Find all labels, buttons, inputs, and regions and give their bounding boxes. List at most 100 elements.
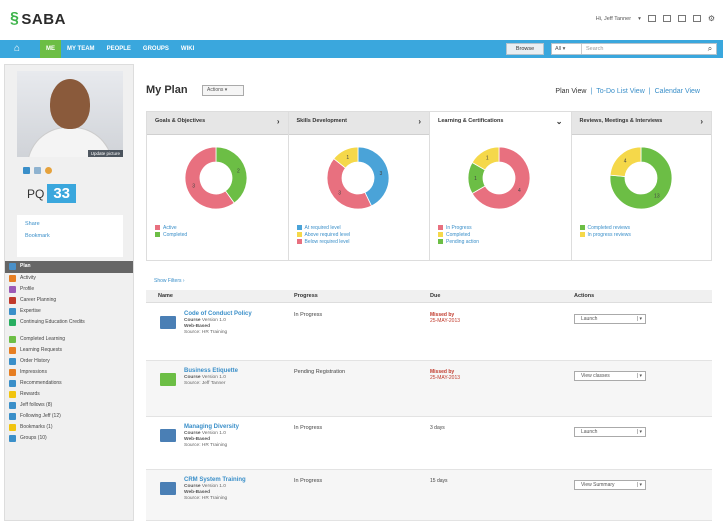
- row-action-dropdown[interactable]: Launch | ▾: [574, 427, 646, 437]
- legend-label: Below required level: [304, 238, 350, 245]
- nav-item-people[interactable]: PEOPLE: [101, 40, 137, 58]
- sidebar-item-recommendations[interactable]: Recommendations: [5, 378, 133, 389]
- view-separator: |: [590, 88, 593, 95]
- sidebar-item-impressions[interactable]: Impressions: [5, 367, 133, 378]
- sidebar-item-expertise[interactable]: Expertise: [5, 306, 133, 317]
- column-header-name[interactable]: Name: [158, 293, 173, 299]
- plan-card-header[interactable]: Reviews, Meetings & Interviews ›: [571, 112, 711, 135]
- legend-item[interactable]: Completed: [155, 231, 187, 238]
- legend-item[interactable]: Pending action: [438, 238, 479, 245]
- share-link[interactable]: Share: [17, 215, 123, 227]
- sidebar-item-following-jeff-12[interactable]: Following Jeff (12): [5, 411, 133, 422]
- donut-chart[interactable]: 3 3 1: [325, 145, 391, 211]
- sidebar-item-profile[interactable]: Profile: [5, 284, 133, 295]
- sidebar-item-icon: [9, 286, 16, 293]
- linkedin-icon[interactable]: [23, 167, 30, 174]
- row-action-dropdown[interactable]: View classes | ▾: [574, 371, 646, 381]
- settings-icon[interactable]: ⚙: [708, 14, 715, 23]
- profile-photo[interactable]: Update picture: [17, 71, 123, 157]
- sidebar-item-groups-10[interactable]: Groups (10): [5, 433, 133, 444]
- row-action-label: Launch: [581, 429, 598, 435]
- legend-item[interactable]: Completed: [438, 231, 479, 238]
- donut-chart[interactable]: 4 1 1: [466, 145, 532, 211]
- table-row: Managing Diversity Course Version 1.0 We…: [146, 417, 712, 470]
- sidebar-item-bookmarks-1[interactable]: Bookmarks (1): [5, 422, 133, 433]
- row-action-dropdown[interactable]: Launch | ▾: [574, 314, 646, 324]
- chevron-right-icon[interactable]: ›: [700, 118, 703, 126]
- plan-card-header[interactable]: Learning & Certifications ⌄: [430, 112, 571, 135]
- nav-item-wiki[interactable]: WIKI: [175, 40, 200, 58]
- sidebar-item-plan[interactable]: Plan: [5, 261, 133, 273]
- calendar-icon[interactable]: [662, 15, 671, 22]
- nav-item-me[interactable]: ME: [40, 40, 61, 58]
- sidebar-item-jeff-follows-8[interactable]: Jeff follows (8): [5, 400, 133, 411]
- sidebar-item-order-history[interactable]: Order History: [5, 356, 133, 367]
- todo-list-view-link[interactable]: To-Do List View: [596, 88, 645, 95]
- donut-segment[interactable]: [326, 158, 372, 210]
- pq-value[interactable]: 33: [47, 184, 77, 203]
- course-title-link[interactable]: Managing Diversity: [184, 424, 284, 431]
- user-menu[interactable]: Hi, Jeff Tanner: [596, 16, 631, 22]
- sidebar-item-icon: [9, 358, 16, 365]
- chevron-right-icon[interactable]: ›: [277, 118, 280, 126]
- column-header-progress[interactable]: Progress: [294, 293, 318, 299]
- calendar-view-link[interactable]: Calendar View: [655, 88, 700, 95]
- donut-chart[interactable]: 23: [183, 145, 249, 211]
- chevron-down-icon[interactable]: ⌄: [556, 118, 563, 126]
- legend-item[interactable]: Below required level: [296, 238, 351, 245]
- course-title-link[interactable]: Business Etiquette: [184, 368, 284, 375]
- nav-item-groups[interactable]: GROUPS: [137, 40, 175, 58]
- bookmark-link[interactable]: Bookmark: [17, 227, 123, 239]
- update-picture-link[interactable]: Update picture: [87, 150, 123, 157]
- apps-icon[interactable]: [692, 15, 701, 22]
- legend-item[interactable]: Completed reviews: [579, 224, 631, 231]
- table-row: CRM System Training Course Version 1.0 W…: [146, 470, 712, 521]
- actions-dropdown[interactable]: Actions ▾: [202, 85, 244, 96]
- search-scope-select[interactable]: All ▾: [552, 44, 582, 54]
- plan-card-header[interactable]: Skills Development ›: [288, 112, 429, 135]
- course-title-link[interactable]: Code of Conduct Policy: [184, 311, 284, 318]
- row-action-dropdown[interactable]: View Summary | ▾: [574, 480, 646, 490]
- browse-button[interactable]: Browse: [506, 43, 544, 55]
- nav-items: ME MY TEAM PEOPLE GROUPS WIKI: [40, 40, 200, 58]
- search-input[interactable]: Search: [582, 46, 704, 52]
- sidebar-item-learning-requests[interactable]: Learning Requests: [5, 345, 133, 356]
- plan-card-0[interactable]: Goals & Objectives › 2 3 Active Completed: [146, 111, 288, 261]
- saba-logo[interactable]: § SABA: [10, 10, 66, 28]
- plan-card-3[interactable]: Reviews, Meetings & Interviews › 13 4 Comple…: [570, 111, 712, 261]
- badge-icon[interactable]: [45, 167, 52, 174]
- legend-item[interactable]: In progress reviews: [579, 231, 631, 238]
- profile-sidebar: Update picture PQ 33 Share Bookmark Plan…: [4, 64, 134, 521]
- legend-item[interactable]: In Progress: [438, 224, 479, 231]
- legend-item[interactable]: Active: [155, 224, 187, 231]
- plan-view-link[interactable]: Plan View: [555, 88, 586, 95]
- column-header-due[interactable]: Due: [430, 293, 440, 299]
- sidebar-item-icon: [9, 347, 16, 354]
- user-menu-caret-icon[interactable]: ▾: [638, 16, 641, 22]
- grid-icon[interactable]: [677, 15, 686, 22]
- main-content: My Plan Actions ▾ Plan View | To-Do List…: [142, 64, 720, 521]
- plan-card-header[interactable]: Goals & Objectives ›: [147, 112, 288, 135]
- show-filters-link[interactable]: Show Filters ›: [154, 278, 185, 284]
- sidebar-item-activity[interactable]: Activity: [5, 273, 133, 284]
- plan-card-2[interactable]: Learning & Certifications ⌄ 4 1 1 In Progress…: [429, 111, 571, 261]
- sidebar-item-label: Plan: [20, 263, 31, 269]
- plan-summary-cards: Goals & Objectives › 2 3 Active Completed Skil…: [146, 111, 712, 261]
- sidebar-item-rewards[interactable]: Rewards: [5, 389, 133, 400]
- home-icon[interactable]: ⌂: [14, 43, 26, 55]
- sidebar-item-completed-learning[interactable]: Completed Learning: [5, 334, 133, 345]
- sidebar-item-icon: [9, 369, 16, 376]
- nav-item-my-team[interactable]: MY TEAM: [61, 40, 101, 58]
- legend-item[interactable]: At required level: [296, 224, 351, 231]
- chat-icon[interactable]: [34, 167, 41, 174]
- course-title-link[interactable]: CRM System Training: [184, 477, 284, 484]
- inbox-icon[interactable]: [647, 15, 656, 22]
- chevron-right-icon[interactable]: ›: [418, 118, 421, 126]
- sidebar-item-continuing-education-credits[interactable]: Continuing Education Credits: [5, 317, 133, 334]
- course-type-icon: [160, 316, 176, 329]
- plan-card-1[interactable]: Skills Development › 3 3 1 At required level A…: [287, 111, 429, 261]
- search-icon[interactable]: ⌕: [704, 44, 716, 54]
- legend-item[interactable]: Above required level: [296, 231, 350, 238]
- sidebar-item-career-planning[interactable]: Career Planning: [5, 295, 133, 306]
- donut-chart[interactable]: 13 4: [608, 145, 674, 211]
